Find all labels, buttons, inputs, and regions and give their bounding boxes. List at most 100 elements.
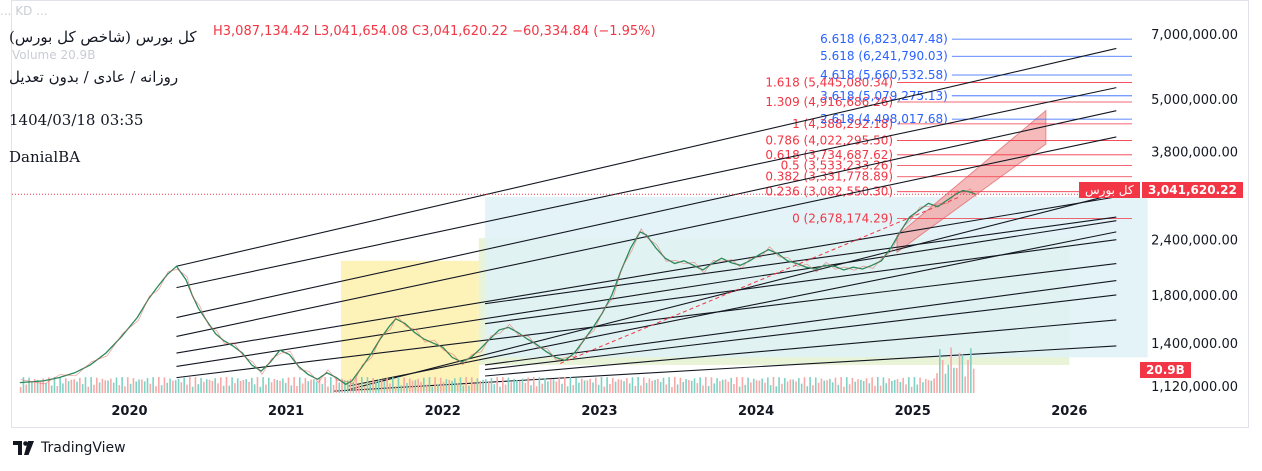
volume-bar-202 bbox=[589, 378, 591, 393]
volume-bar-326 bbox=[939, 349, 941, 393]
volume-bar-17 bbox=[67, 381, 70, 393]
volume-bar-44 bbox=[143, 381, 146, 393]
volume-bar-290 bbox=[837, 384, 840, 393]
volume-bar-85 bbox=[259, 386, 262, 393]
volume-bar-47 bbox=[152, 377, 154, 393]
volume-bar-305 bbox=[879, 385, 882, 393]
volume-bar-204 bbox=[595, 377, 597, 393]
fib-label-6: 0.382 (3,331,778.89) bbox=[765, 170, 893, 184]
volume-bar-3 bbox=[28, 377, 30, 393]
volume-bar-0 bbox=[19, 387, 22, 393]
volume-bar-194 bbox=[566, 386, 569, 393]
fib-ext-label-4: 2.618 (4,498,017.68) bbox=[820, 112, 948, 126]
price-chart[interactable]: 1.618 (5,445,080.34)1.309 (4,916,686.26)… bbox=[12, 1, 1249, 428]
volume-bar-309 bbox=[891, 380, 893, 393]
volume-bar-283 bbox=[817, 382, 820, 393]
volume-bar-236 bbox=[685, 379, 687, 393]
volume-bar-131 bbox=[389, 383, 391, 393]
volume-bar-89 bbox=[270, 382, 273, 393]
yellow-zone bbox=[340, 260, 479, 392]
volume-bar-312 bbox=[899, 381, 902, 393]
last-price-tag: 3,041,620.22 bbox=[1142, 182, 1243, 198]
volume-bar-128 bbox=[380, 379, 383, 393]
volume-bar-65 bbox=[203, 381, 205, 393]
volume-bar-316 bbox=[910, 386, 913, 393]
volume-bar-225 bbox=[654, 380, 656, 393]
volume-bar-262 bbox=[758, 380, 761, 393]
volume-bar-67 bbox=[208, 379, 211, 393]
volume-bar-139 bbox=[411, 380, 414, 393]
volume-bar-51 bbox=[163, 377, 166, 393]
volume-bar-33 bbox=[112, 382, 115, 393]
y-tick-label-6: 1,120,000.00 bbox=[1151, 380, 1238, 395]
volume-bar-140 bbox=[414, 380, 417, 393]
volume-bar-71 bbox=[220, 377, 222, 393]
volume-bar-62 bbox=[194, 377, 197, 393]
volume-bar-229 bbox=[665, 384, 668, 393]
volume-bar-110 bbox=[329, 377, 332, 393]
y-tick-label-5: 1,400,000.00 bbox=[1151, 337, 1238, 352]
volume-bar-263 bbox=[761, 378, 763, 393]
volume-bar-201 bbox=[586, 380, 589, 393]
volume-bar-238 bbox=[690, 380, 693, 393]
volume-bar-221 bbox=[642, 377, 645, 393]
volume-bar-199 bbox=[580, 378, 583, 393]
volume-bar-228 bbox=[662, 377, 665, 393]
volume-bar-164 bbox=[482, 379, 484, 393]
volume-bar-223 bbox=[648, 378, 651, 393]
volume-bar-39 bbox=[129, 383, 132, 393]
volume-bar-36 bbox=[121, 377, 123, 393]
volume-bar-250 bbox=[724, 379, 727, 393]
y-tick-label-2: 3,800,000.00 bbox=[1151, 145, 1238, 160]
volume-bar-330 bbox=[950, 347, 952, 393]
volume-bar-248 bbox=[719, 381, 721, 393]
volume-bar-234 bbox=[679, 377, 682, 393]
volume-bar-152 bbox=[448, 379, 451, 393]
tradingview-logo[interactable]: TradingView bbox=[13, 440, 126, 456]
volume-bar-178 bbox=[521, 378, 524, 393]
volume-bar-172 bbox=[504, 384, 507, 393]
volume-bar-100 bbox=[301, 383, 304, 393]
volume-bar-2 bbox=[25, 384, 28, 393]
volume-bar-277 bbox=[800, 383, 803, 393]
volume-bar-95 bbox=[287, 377, 290, 393]
volume-bar-97 bbox=[293, 377, 295, 393]
volume-bar-22 bbox=[81, 384, 84, 393]
volume-bar-26 bbox=[93, 384, 95, 393]
volume-bar-308 bbox=[888, 378, 890, 393]
volume-bar-226 bbox=[657, 379, 659, 393]
volume-bar-329 bbox=[947, 364, 950, 393]
volume-bar-200 bbox=[583, 380, 586, 393]
volume-bar-126 bbox=[375, 381, 377, 393]
chart-frame[interactable]: 1.618 (5,445,080.34) 1.309 (4,916,686.26)… bbox=[11, 0, 1249, 428]
volume-bar-209 bbox=[609, 384, 611, 393]
volume-bar-155 bbox=[456, 383, 459, 393]
volume-bar-266 bbox=[769, 385, 772, 393]
volume-bar-105 bbox=[315, 381, 318, 393]
volume-bar-328 bbox=[944, 373, 947, 393]
volume-bar-127 bbox=[377, 379, 380, 393]
volume-bar-191 bbox=[558, 378, 560, 393]
volume-bar-123 bbox=[366, 377, 369, 393]
volume-bar-160 bbox=[470, 377, 473, 393]
volume-bar-4 bbox=[31, 382, 33, 393]
chart-author: DanialBA bbox=[9, 148, 81, 166]
volume-bar-63 bbox=[197, 384, 200, 393]
volume-bar-135 bbox=[400, 385, 403, 393]
fib-ext-label-1: 5.618 (6,241,790.03) bbox=[820, 49, 948, 63]
volume-bar-168 bbox=[493, 384, 496, 393]
volume-bar-120 bbox=[358, 384, 360, 393]
volume-bar-317 bbox=[913, 377, 916, 393]
volume-bar-288 bbox=[831, 382, 834, 393]
volume-bar-141 bbox=[417, 378, 419, 393]
volume-bar-211 bbox=[614, 381, 617, 393]
volume-bar-42 bbox=[138, 379, 140, 393]
fib-label-7: 0.236 (3,082,550.30) bbox=[765, 185, 893, 199]
volume-bar-331 bbox=[953, 367, 955, 393]
volume-bar-48 bbox=[155, 386, 157, 393]
volume-bar-322 bbox=[927, 380, 930, 393]
volume-bar-255 bbox=[738, 386, 741, 393]
volume-bar-134 bbox=[397, 377, 400, 393]
volume-bar-68 bbox=[211, 381, 214, 393]
volume-bar-275 bbox=[795, 381, 797, 393]
